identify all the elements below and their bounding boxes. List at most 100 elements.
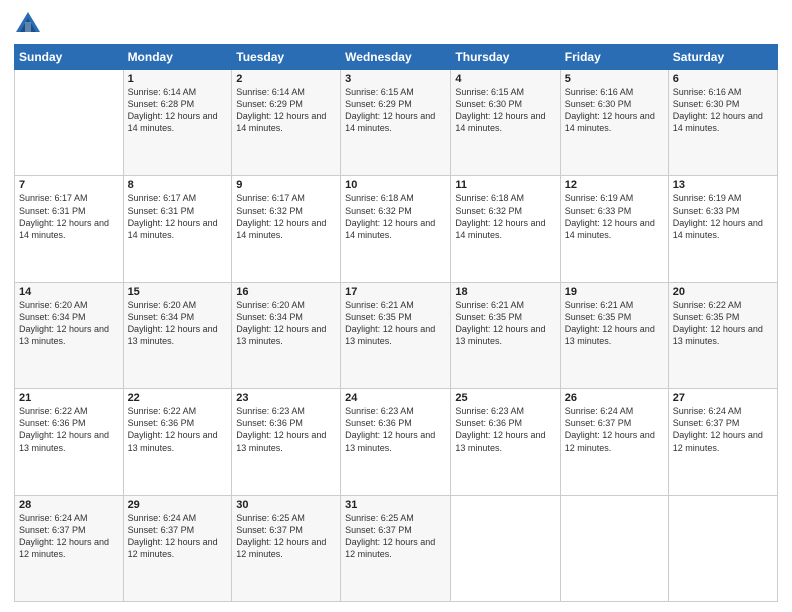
day-cell: 17Sunrise: 6:21 AM Sunset: 6:35 PM Dayli… bbox=[341, 282, 451, 388]
day-number: 24 bbox=[345, 392, 446, 404]
day-info: Sunrise: 6:17 AM Sunset: 6:31 PM Dayligh… bbox=[19, 192, 119, 241]
header bbox=[14, 10, 778, 38]
day-number: 8 bbox=[128, 179, 228, 191]
day-number: 28 bbox=[19, 499, 119, 511]
day-cell: 9Sunrise: 6:17 AM Sunset: 6:32 PM Daylig… bbox=[232, 176, 341, 282]
day-cell: 18Sunrise: 6:21 AM Sunset: 6:35 PM Dayli… bbox=[451, 282, 560, 388]
week-row-4: 21Sunrise: 6:22 AM Sunset: 6:36 PM Dayli… bbox=[15, 389, 778, 495]
column-header-friday: Friday bbox=[560, 45, 668, 70]
day-number: 16 bbox=[236, 286, 336, 298]
day-cell: 28Sunrise: 6:24 AM Sunset: 6:37 PM Dayli… bbox=[15, 495, 124, 601]
day-info: Sunrise: 6:16 AM Sunset: 6:30 PM Dayligh… bbox=[565, 86, 664, 135]
day-number: 18 bbox=[455, 286, 555, 298]
day-cell: 19Sunrise: 6:21 AM Sunset: 6:35 PM Dayli… bbox=[560, 282, 668, 388]
day-info: Sunrise: 6:21 AM Sunset: 6:35 PM Dayligh… bbox=[345, 299, 446, 348]
day-cell: 7Sunrise: 6:17 AM Sunset: 6:31 PM Daylig… bbox=[15, 176, 124, 282]
column-header-wednesday: Wednesday bbox=[341, 45, 451, 70]
day-cell bbox=[451, 495, 560, 601]
day-info: Sunrise: 6:14 AM Sunset: 6:29 PM Dayligh… bbox=[236, 86, 336, 135]
week-row-3: 14Sunrise: 6:20 AM Sunset: 6:34 PM Dayli… bbox=[15, 282, 778, 388]
day-cell: 29Sunrise: 6:24 AM Sunset: 6:37 PM Dayli… bbox=[123, 495, 232, 601]
day-number: 21 bbox=[19, 392, 119, 404]
day-number: 3 bbox=[345, 73, 446, 85]
day-number: 27 bbox=[673, 392, 773, 404]
day-cell bbox=[668, 495, 777, 601]
day-info: Sunrise: 6:20 AM Sunset: 6:34 PM Dayligh… bbox=[19, 299, 119, 348]
day-cell: 30Sunrise: 6:25 AM Sunset: 6:37 PM Dayli… bbox=[232, 495, 341, 601]
day-info: Sunrise: 6:25 AM Sunset: 6:37 PM Dayligh… bbox=[345, 512, 446, 561]
day-number: 20 bbox=[673, 286, 773, 298]
column-header-sunday: Sunday bbox=[15, 45, 124, 70]
day-cell: 2Sunrise: 6:14 AM Sunset: 6:29 PM Daylig… bbox=[232, 70, 341, 176]
day-number: 14 bbox=[19, 286, 119, 298]
day-info: Sunrise: 6:14 AM Sunset: 6:28 PM Dayligh… bbox=[128, 86, 228, 135]
day-number: 2 bbox=[236, 73, 336, 85]
day-info: Sunrise: 6:15 AM Sunset: 6:29 PM Dayligh… bbox=[345, 86, 446, 135]
day-info: Sunrise: 6:24 AM Sunset: 6:37 PM Dayligh… bbox=[565, 405, 664, 454]
column-header-monday: Monday bbox=[123, 45, 232, 70]
logo bbox=[14, 10, 46, 38]
day-number: 15 bbox=[128, 286, 228, 298]
header-row: SundayMondayTuesdayWednesdayThursdayFrid… bbox=[15, 45, 778, 70]
day-number: 17 bbox=[345, 286, 446, 298]
column-header-tuesday: Tuesday bbox=[232, 45, 341, 70]
calendar-table: SundayMondayTuesdayWednesdayThursdayFrid… bbox=[14, 44, 778, 602]
day-number: 10 bbox=[345, 179, 446, 191]
day-cell: 26Sunrise: 6:24 AM Sunset: 6:37 PM Dayli… bbox=[560, 389, 668, 495]
day-info: Sunrise: 6:18 AM Sunset: 6:32 PM Dayligh… bbox=[455, 192, 555, 241]
page: SundayMondayTuesdayWednesdayThursdayFrid… bbox=[0, 0, 792, 612]
day-cell: 25Sunrise: 6:23 AM Sunset: 6:36 PM Dayli… bbox=[451, 389, 560, 495]
day-cell: 4Sunrise: 6:15 AM Sunset: 6:30 PM Daylig… bbox=[451, 70, 560, 176]
day-info: Sunrise: 6:17 AM Sunset: 6:31 PM Dayligh… bbox=[128, 192, 228, 241]
day-cell bbox=[15, 70, 124, 176]
day-info: Sunrise: 6:15 AM Sunset: 6:30 PM Dayligh… bbox=[455, 86, 555, 135]
day-cell: 31Sunrise: 6:25 AM Sunset: 6:37 PM Dayli… bbox=[341, 495, 451, 601]
day-number: 9 bbox=[236, 179, 336, 191]
day-info: Sunrise: 6:23 AM Sunset: 6:36 PM Dayligh… bbox=[236, 405, 336, 454]
day-cell: 13Sunrise: 6:19 AM Sunset: 6:33 PM Dayli… bbox=[668, 176, 777, 282]
day-cell: 10Sunrise: 6:18 AM Sunset: 6:32 PM Dayli… bbox=[341, 176, 451, 282]
day-info: Sunrise: 6:19 AM Sunset: 6:33 PM Dayligh… bbox=[673, 192, 773, 241]
day-cell: 8Sunrise: 6:17 AM Sunset: 6:31 PM Daylig… bbox=[123, 176, 232, 282]
week-row-5: 28Sunrise: 6:24 AM Sunset: 6:37 PM Dayli… bbox=[15, 495, 778, 601]
day-info: Sunrise: 6:21 AM Sunset: 6:35 PM Dayligh… bbox=[565, 299, 664, 348]
day-info: Sunrise: 6:20 AM Sunset: 6:34 PM Dayligh… bbox=[236, 299, 336, 348]
day-number: 29 bbox=[128, 499, 228, 511]
day-cell: 23Sunrise: 6:23 AM Sunset: 6:36 PM Dayli… bbox=[232, 389, 341, 495]
day-cell: 11Sunrise: 6:18 AM Sunset: 6:32 PM Dayli… bbox=[451, 176, 560, 282]
day-number: 5 bbox=[565, 73, 664, 85]
day-cell: 1Sunrise: 6:14 AM Sunset: 6:28 PM Daylig… bbox=[123, 70, 232, 176]
column-header-saturday: Saturday bbox=[668, 45, 777, 70]
day-number: 23 bbox=[236, 392, 336, 404]
day-cell: 15Sunrise: 6:20 AM Sunset: 6:34 PM Dayli… bbox=[123, 282, 232, 388]
day-number: 26 bbox=[565, 392, 664, 404]
day-info: Sunrise: 6:22 AM Sunset: 6:36 PM Dayligh… bbox=[19, 405, 119, 454]
day-info: Sunrise: 6:24 AM Sunset: 6:37 PM Dayligh… bbox=[19, 512, 119, 561]
column-header-thursday: Thursday bbox=[451, 45, 560, 70]
day-number: 31 bbox=[345, 499, 446, 511]
day-info: Sunrise: 6:18 AM Sunset: 6:32 PM Dayligh… bbox=[345, 192, 446, 241]
day-info: Sunrise: 6:16 AM Sunset: 6:30 PM Dayligh… bbox=[673, 86, 773, 135]
day-cell: 6Sunrise: 6:16 AM Sunset: 6:30 PM Daylig… bbox=[668, 70, 777, 176]
day-number: 6 bbox=[673, 73, 773, 85]
day-cell bbox=[560, 495, 668, 601]
day-cell: 5Sunrise: 6:16 AM Sunset: 6:30 PM Daylig… bbox=[560, 70, 668, 176]
day-cell: 27Sunrise: 6:24 AM Sunset: 6:37 PM Dayli… bbox=[668, 389, 777, 495]
day-info: Sunrise: 6:19 AM Sunset: 6:33 PM Dayligh… bbox=[565, 192, 664, 241]
day-info: Sunrise: 6:21 AM Sunset: 6:35 PM Dayligh… bbox=[455, 299, 555, 348]
day-cell: 16Sunrise: 6:20 AM Sunset: 6:34 PM Dayli… bbox=[232, 282, 341, 388]
day-info: Sunrise: 6:24 AM Sunset: 6:37 PM Dayligh… bbox=[673, 405, 773, 454]
day-number: 11 bbox=[455, 179, 555, 191]
day-cell: 22Sunrise: 6:22 AM Sunset: 6:36 PM Dayli… bbox=[123, 389, 232, 495]
day-number: 7 bbox=[19, 179, 119, 191]
day-number: 13 bbox=[673, 179, 773, 191]
day-info: Sunrise: 6:22 AM Sunset: 6:36 PM Dayligh… bbox=[128, 405, 228, 454]
day-info: Sunrise: 6:23 AM Sunset: 6:36 PM Dayligh… bbox=[455, 405, 555, 454]
day-cell: 20Sunrise: 6:22 AM Sunset: 6:35 PM Dayli… bbox=[668, 282, 777, 388]
day-info: Sunrise: 6:17 AM Sunset: 6:32 PM Dayligh… bbox=[236, 192, 336, 241]
day-number: 12 bbox=[565, 179, 664, 191]
day-info: Sunrise: 6:20 AM Sunset: 6:34 PM Dayligh… bbox=[128, 299, 228, 348]
day-cell: 3Sunrise: 6:15 AM Sunset: 6:29 PM Daylig… bbox=[341, 70, 451, 176]
day-info: Sunrise: 6:23 AM Sunset: 6:36 PM Dayligh… bbox=[345, 405, 446, 454]
day-number: 19 bbox=[565, 286, 664, 298]
